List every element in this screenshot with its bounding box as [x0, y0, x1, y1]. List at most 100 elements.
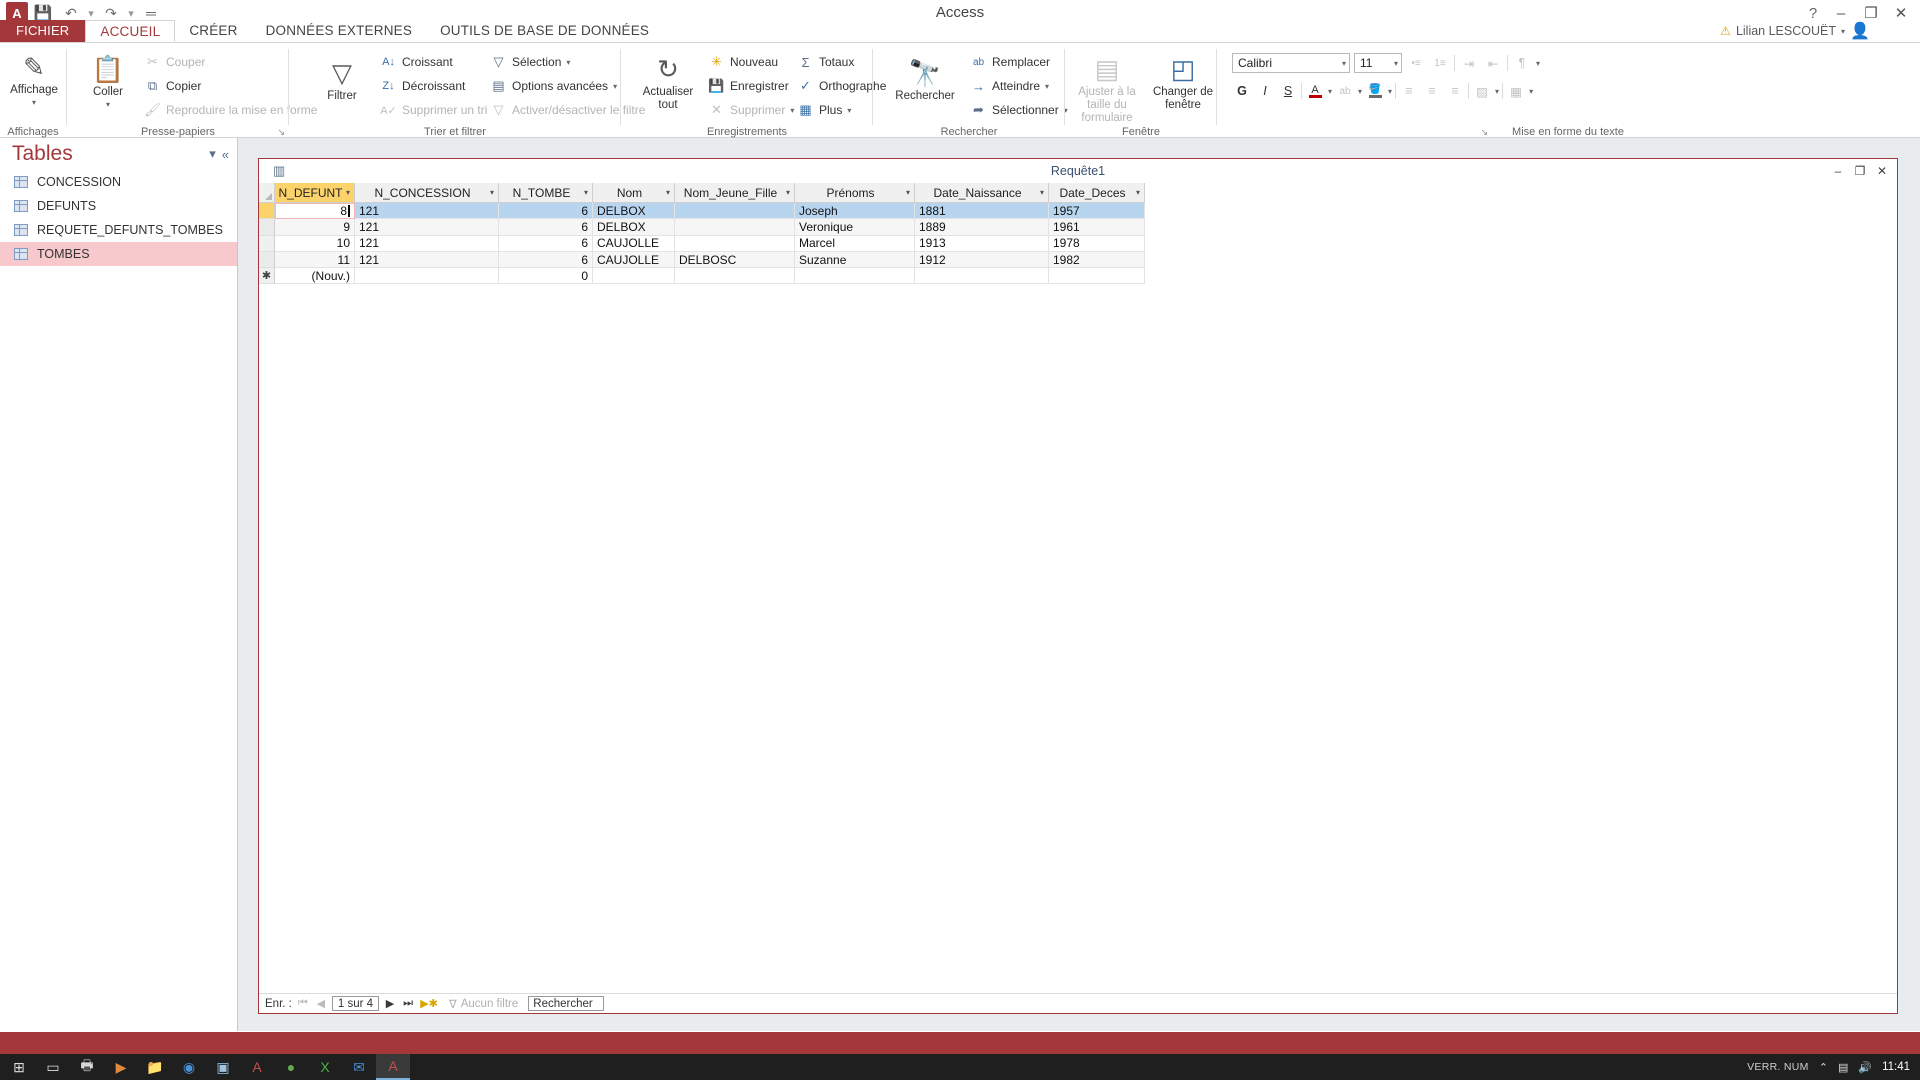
sound-icon[interactable]: 🔊 [1858, 1061, 1872, 1074]
cell-date-naissance[interactable]: 1913 [915, 235, 1049, 252]
underline-button[interactable]: S [1278, 81, 1298, 101]
chevron-down-icon[interactable]: ▾ [1495, 87, 1499, 96]
cell-nom-jeune-fille[interactable] [675, 203, 795, 220]
ajuster-taille-formulaire-button[interactable]: ▤ Ajuster à la taille du formulaire [1070, 49, 1144, 126]
chevron-down-icon[interactable]: ▾ [106, 100, 110, 109]
tab-donnees-externes[interactable]: DONNÉES EXTERNES [252, 20, 426, 42]
cell-n-tombe[interactable]: 6 [499, 203, 593, 220]
table-row[interactable]: 11 121 6 CAUJOLLE DELBOSC Suzanne 1912 1… [259, 251, 1897, 269]
chevron-down-icon[interactable]: ▾ [346, 188, 354, 197]
cell-n-concession[interactable]: 121 [355, 203, 499, 220]
cell-date-deces[interactable]: 1957 [1049, 203, 1145, 220]
chevron-down-icon[interactable]: ▾ [584, 188, 592, 197]
cell-nom[interactable]: DELBOX [593, 219, 675, 236]
record-position-input[interactable]: 1 sur 4 [331, 996, 380, 1011]
chevron-down-icon[interactable]: ▾ [566, 58, 570, 67]
previous-record-button[interactable]: ◀ [314, 997, 328, 1010]
highlight-color-button[interactable]: ab [1335, 81, 1355, 101]
cell-n-defunt[interactable]: 9 [275, 219, 355, 236]
croissant-button[interactable]: A↓ Croissant [380, 51, 487, 73]
next-record-button[interactable]: ▶ [383, 997, 397, 1010]
cell-prenoms[interactable]: Veronique [795, 219, 915, 236]
chevron-down-icon[interactable]: ▾ [790, 106, 794, 115]
tab-fichier[interactable]: FICHIER [0, 20, 86, 42]
cell-date-deces-new[interactable] [1049, 268, 1145, 285]
selectionner-button[interactable]: ➦ Sélectionner ▾ [970, 99, 1068, 121]
chevron-down-icon[interactable]: ▾ [1536, 59, 1540, 68]
folder-explorer-icon[interactable]: 📁 [138, 1054, 172, 1080]
chevron-down-icon[interactable]: ▾ [1040, 188, 1048, 197]
cell-prenoms[interactable]: Marcel [795, 235, 915, 252]
chevron-down-icon[interactable]: ▾ [906, 188, 914, 197]
cell-nom[interactable]: CAUJOLLE [593, 235, 675, 252]
filtrer-button[interactable]: ▽ Filtrer [310, 53, 374, 103]
font-name-input[interactable]: Calibri ▾ [1232, 53, 1350, 73]
firefox-icon[interactable]: ◉ [172, 1054, 206, 1080]
mise-en-forme-dialog-launcher[interactable]: ↘ [1480, 127, 1488, 138]
new-record-marker[interactable]: ✱ [259, 268, 275, 285]
chevron-down-icon[interactable]: ▾ [1358, 87, 1362, 96]
table-row[interactable]: 10 121 6 CAUJOLLE Marcel 1913 1978 [259, 235, 1897, 252]
presse-papiers-dialog-launcher[interactable]: ↘ [277, 127, 285, 138]
document-restore-button[interactable]: ❐ [1849, 161, 1871, 181]
chevron-down-icon[interactable]: ▾ [1529, 87, 1533, 96]
nouveau-button[interactable]: ✳ Nouveau [708, 51, 794, 73]
new-record-row[interactable]: ✱ (Nouv.) 0 [259, 268, 1897, 285]
cell-n-defunt[interactable]: 10 [275, 235, 355, 252]
nav-item-tombes[interactable]: TOMBES [0, 242, 237, 266]
access-active-taskbar-icon[interactable]: A [376, 1054, 410, 1080]
task-view-icon[interactable]: ▭ [36, 1054, 70, 1080]
cell-prenoms-new[interactable] [795, 268, 915, 285]
cell-n-tombe-new[interactable]: 0 [499, 268, 593, 285]
alternate-fill-button[interactable]: ▦ [1506, 81, 1526, 101]
cell-n-concession[interactable]: 121 [355, 219, 499, 236]
clock[interactable]: 11:41 [1882, 1061, 1910, 1073]
column-header-prenoms[interactable]: Prénoms ▾ [795, 183, 915, 203]
cell-n-concession-new[interactable] [355, 268, 499, 285]
table-row[interactable]: 8 121 6 DELBOX Joseph 1881 1957 [259, 203, 1897, 220]
chevron-down-icon[interactable]: ▾ [1136, 188, 1144, 197]
chevron-down-icon[interactable]: ▾ [666, 188, 674, 197]
network-icon[interactable]: ▤ [1838, 1061, 1848, 1074]
chevron-down-icon[interactable]: ▾ [847, 106, 851, 115]
numbered-list-button[interactable]: 1≡ [1430, 53, 1450, 73]
tab-accueil[interactable]: ACCUEIL [85, 20, 176, 42]
image-viewer-icon[interactable]: ▣ [206, 1054, 240, 1080]
row-selector[interactable] [259, 235, 275, 252]
remplacer-button[interactable]: ab Remplacer [970, 51, 1068, 73]
row-selector[interactable] [259, 203, 275, 220]
chrome-icon[interactable]: ● [274, 1054, 308, 1080]
cell-nom-jeune-fille[interactable] [675, 235, 795, 252]
cell-nom-new[interactable] [593, 268, 675, 285]
table-row[interactable]: 9 121 6 DELBOX Veronique 1889 1961 [259, 219, 1897, 236]
chevron-down-icon[interactable]: ▾ [32, 98, 36, 107]
bullet-list-button[interactable]: •≡ [1406, 53, 1426, 73]
cell-nom[interactable]: DELBOX [593, 203, 675, 220]
chevron-down-icon[interactable]: ▾ [1045, 82, 1049, 91]
cell-n-tombe[interactable]: 6 [499, 235, 593, 252]
column-header-nom-jeune-fille[interactable]: Nom_Jeune_Fille ▾ [675, 183, 795, 203]
column-header-nom[interactable]: Nom ▾ [593, 183, 675, 203]
user-account-area[interactable]: ⚠ Lilian LESCOUËT ▾ 👤 [1720, 20, 1870, 42]
document-minimize-button[interactable]: – [1827, 161, 1849, 181]
start-icon[interactable]: ⊞ [2, 1054, 36, 1080]
user-dropdown-icon[interactable]: ▾ [1841, 27, 1845, 36]
supprimer-tri-button[interactable]: A✓ Supprimer un tri [380, 99, 487, 121]
printer-icon[interactable]: 🖶 [70, 1054, 104, 1080]
decrease-indent-button[interactable]: ⇥ [1459, 53, 1479, 73]
cell-n-concession[interactable]: 121 [355, 251, 499, 269]
excel-icon[interactable]: X [308, 1054, 342, 1080]
cell-n-defunt[interactable]: 8 [275, 203, 355, 220]
decroissant-button[interactable]: Z↓ Décroissant [380, 75, 487, 97]
actualiser-tout-button[interactable]: ↻ Actualiser tout [632, 49, 704, 112]
increase-indent-button[interactable]: ⇤ [1483, 53, 1503, 73]
cell-n-tombe[interactable]: 6 [499, 251, 593, 269]
nav-item-concession[interactable]: CONCESSION [0, 170, 237, 194]
column-header-date-naissance[interactable]: Date_Naissance ▾ [915, 183, 1049, 203]
cell-date-deces[interactable]: 1978 [1049, 235, 1145, 252]
rechercher-button[interactable]: 🔭 Rechercher [888, 53, 962, 103]
cell-nom-jeune-fille[interactable]: DELBOSC [675, 251, 795, 269]
cell-n-defunt-new[interactable]: (Nouv.) [275, 268, 355, 285]
column-header-date-deces[interactable]: Date_Deces ▾ [1049, 183, 1145, 203]
font-size-input[interactable]: 11 ▾ [1354, 53, 1402, 73]
